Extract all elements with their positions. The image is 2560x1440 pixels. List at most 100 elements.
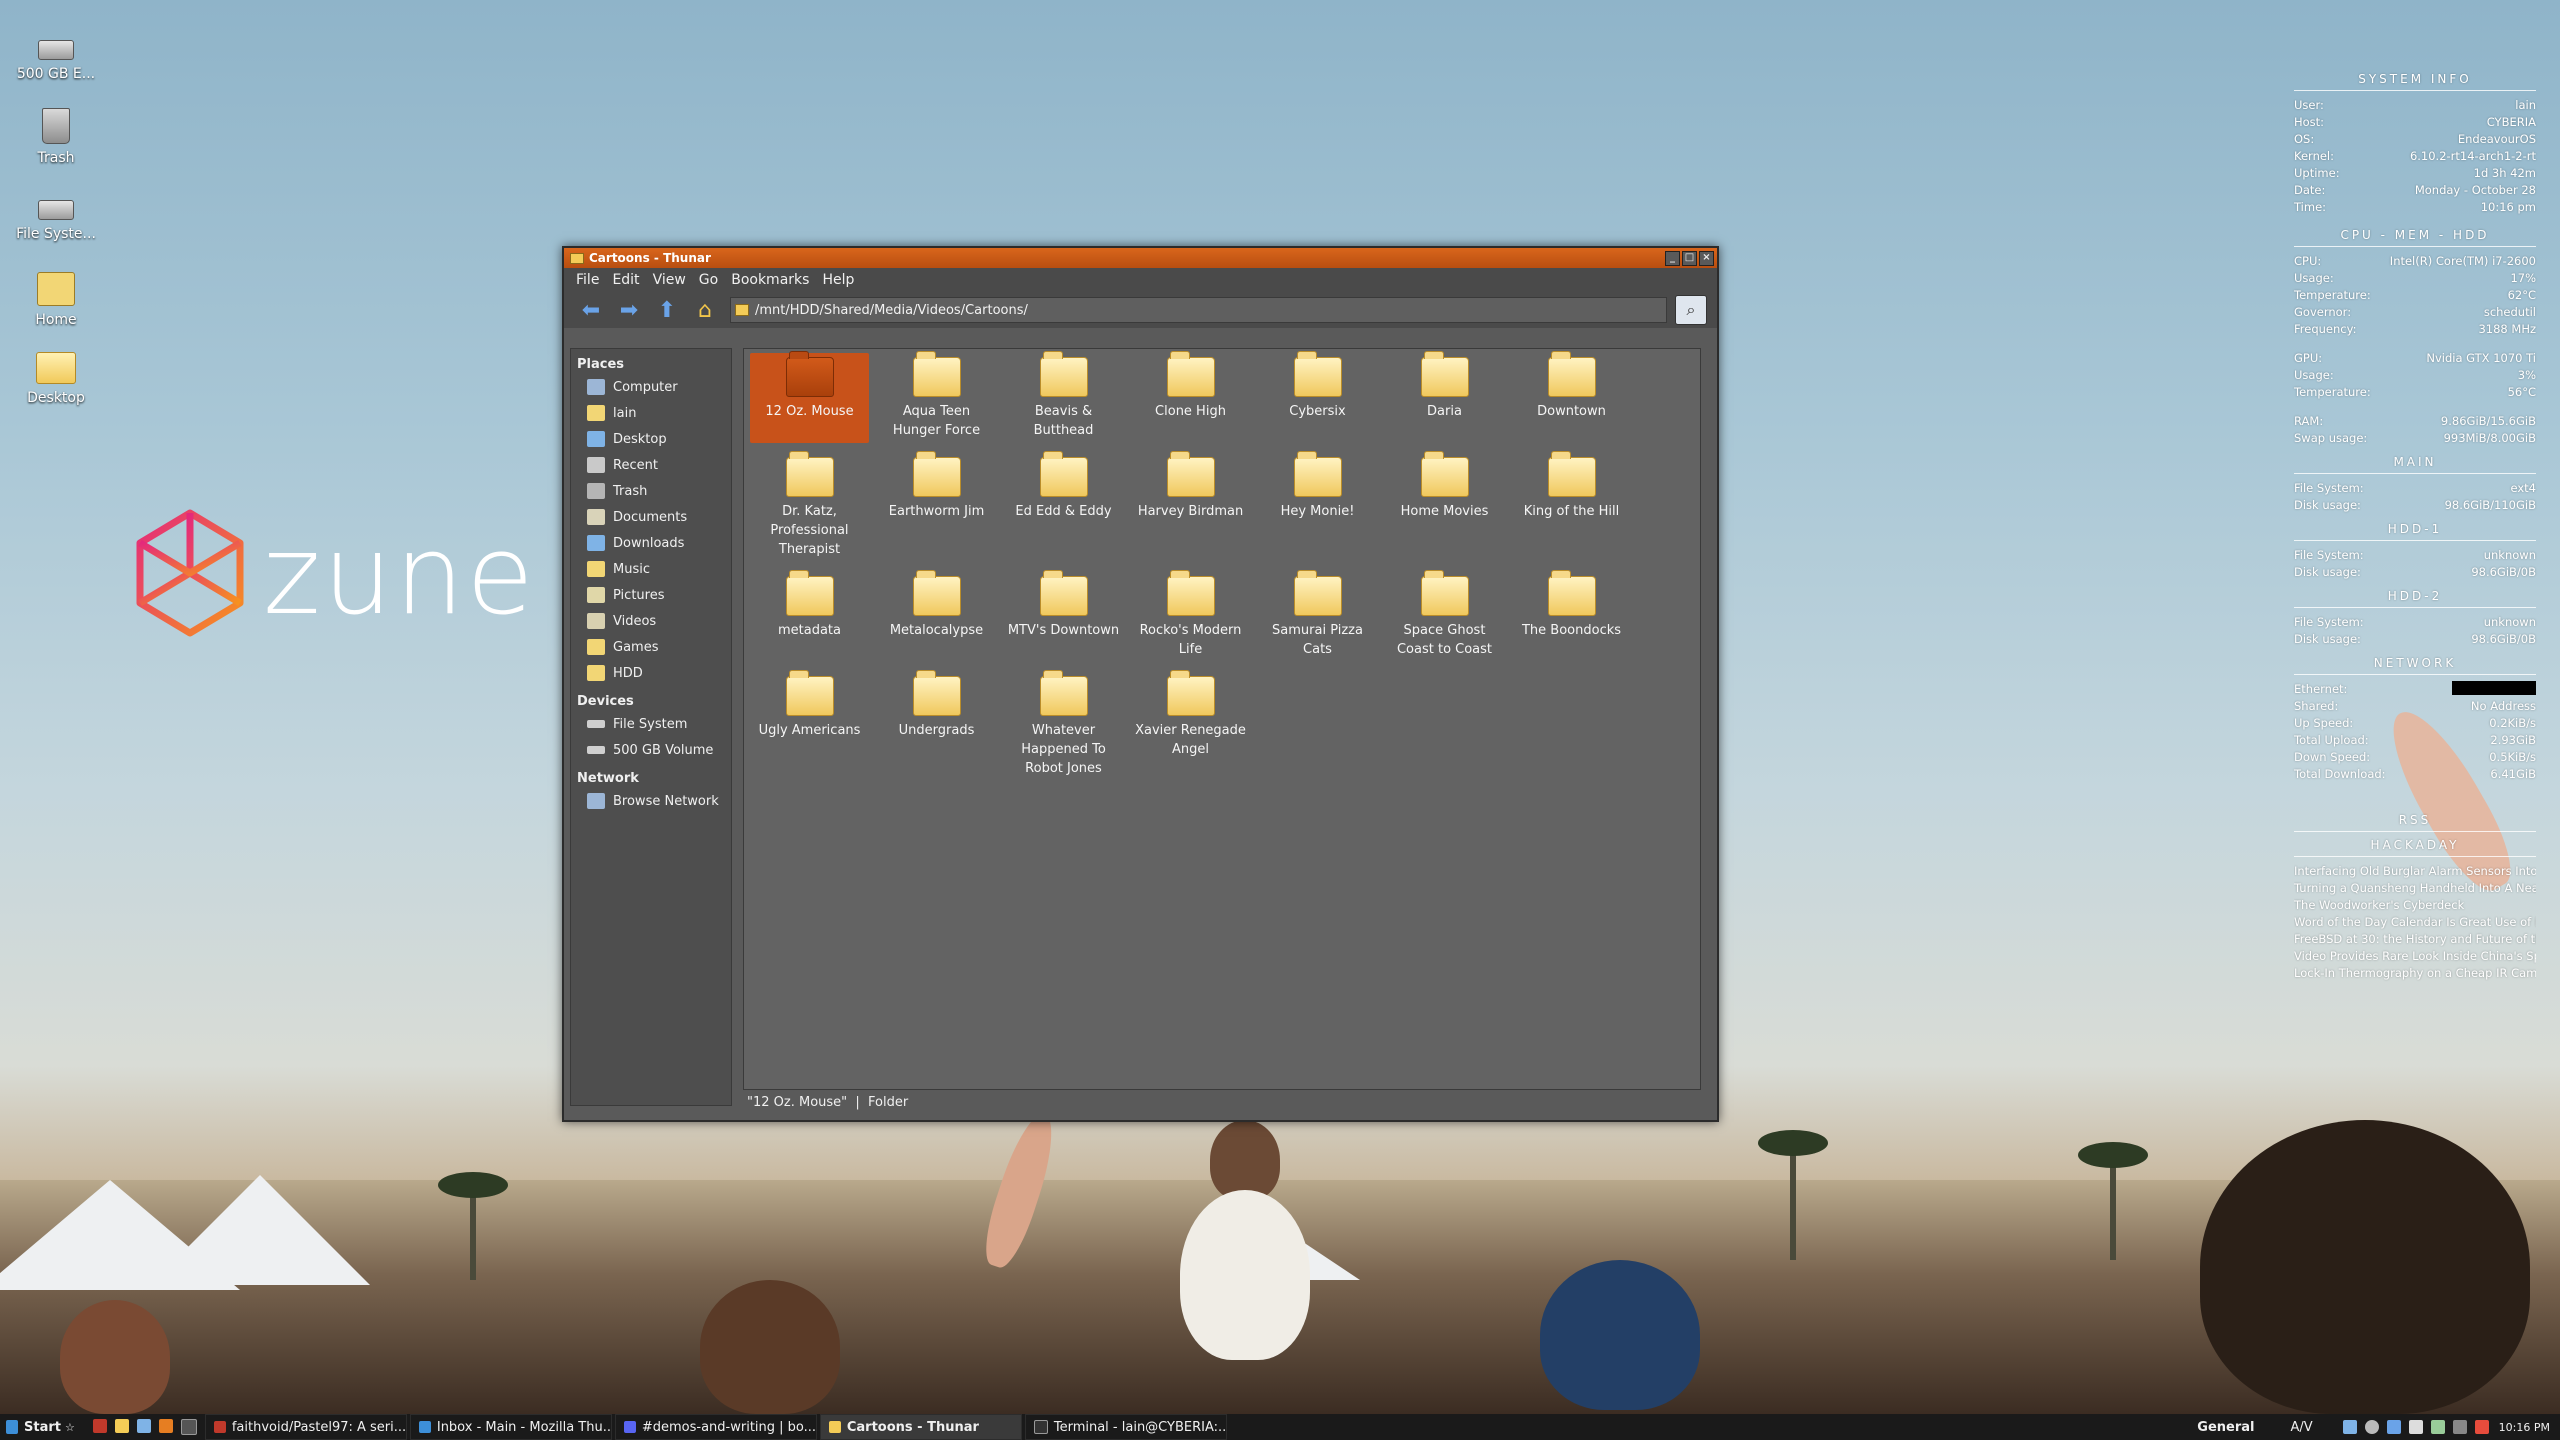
downloads-icon (587, 535, 605, 551)
folder-item[interactable]: Downtown (1512, 351, 1631, 421)
sidebar-item-hdd[interactable]: HDD (571, 660, 731, 686)
taskbar-item-thunderbird[interactable]: Inbox - Main - Mozilla Thu... (409, 1414, 612, 1440)
discord-icon[interactable] (2408, 1420, 2423, 1434)
app-launcher-icon[interactable] (92, 1419, 107, 1433)
sidebar-item-trash[interactable]: Trash (571, 478, 731, 504)
sidebar-item-computer[interactable]: Computer (571, 374, 731, 400)
window-titlebar[interactable]: Cartoons - Thunar _ □ × (564, 248, 1717, 268)
home-button[interactable]: ⌂ (692, 297, 718, 323)
up-button[interactable]: ⬆ (654, 297, 680, 323)
sidebar-item-lain[interactable]: lain (571, 400, 731, 426)
sidebar-item-browse-network[interactable]: Browse Network (571, 788, 731, 814)
folder-label: Ugly Americans (758, 723, 861, 738)
folder-item[interactable]: 12 Oz. Mouse (750, 351, 869, 443)
location-path: /mnt/HDD/Shared/Media/Videos/Cartoons/ (755, 302, 1028, 318)
terminal-icon[interactable] (180, 1419, 197, 1435)
taskbar-item-discord[interactable]: #demos-and-writing | bo... (614, 1414, 817, 1440)
desktop-icon-home[interactable]: Home (6, 272, 106, 328)
menu-view[interactable]: View (653, 272, 686, 288)
file-view[interactable]: 12 Oz. Mouse Aqua Teen Hunger Force Beav… (743, 348, 1701, 1090)
desktop-icon-500gb[interactable]: 500 GB E... (6, 40, 106, 82)
folder-item[interactable]: Ugly Americans (750, 670, 869, 740)
sidebar-item-documents[interactable]: Documents (571, 504, 731, 530)
menu-bookmarks[interactable]: Bookmarks (731, 272, 809, 288)
folder-item[interactable]: Clone High (1131, 351, 1250, 421)
folder-item[interactable]: MTV's Downtown (1004, 570, 1123, 640)
clock[interactable]: 10:16 PM (2499, 1421, 2560, 1434)
workspace-label[interactable]: General (2197, 1420, 2254, 1435)
folder-icon (1166, 451, 1215, 497)
divider (2294, 90, 2536, 91)
folder-item[interactable]: Rocko's Modern Life (1131, 570, 1250, 659)
folder-item[interactable]: Beavis & Butthead (1004, 351, 1123, 440)
desktop-icon-filesystem[interactable]: File Syste... (6, 200, 106, 242)
close-button[interactable]: × (1699, 250, 1714, 266)
status-bar: "12 Oz. Mouse" | Folder (743, 1090, 1707, 1114)
taskbar-item-thunar[interactable]: Cartoons - Thunar (819, 1414, 1022, 1440)
desktop-icon-desktop[interactable]: Desktop (6, 352, 106, 406)
back-button[interactable]: ⬅ (578, 297, 604, 323)
conky-row: Total Download: 6.41GiB (2294, 767, 2536, 781)
folder-item[interactable]: Metalocalypse (877, 570, 996, 640)
folder-item[interactable]: Whatever Happened To Robot Jones (1004, 670, 1123, 778)
taskbar-item-terminal[interactable]: Terminal - lain@CYBERIA:... (1024, 1414, 1227, 1440)
search-button[interactable]: ⌕ (1675, 295, 1707, 325)
folder-label: 12 Oz. Mouse (765, 404, 854, 419)
conky-row: Frequency: 3188 MHz (2294, 322, 2536, 336)
minimize-button[interactable]: _ (1665, 250, 1680, 266)
volume-icon[interactable] (2430, 1420, 2445, 1434)
folder-item[interactable]: Undergrads (877, 670, 996, 740)
folder-icon (785, 451, 834, 497)
sidebar-item-500gb-volume[interactable]: 500 GB Volume (571, 737, 731, 763)
notification-icon[interactable] (2474, 1420, 2489, 1434)
conky-row: Temperature: 56°C (2294, 385, 2536, 399)
folder-icon (1166, 570, 1215, 616)
folder-item[interactable]: King of the Hill (1512, 451, 1631, 521)
folder-icon (570, 252, 584, 264)
steam-icon[interactable] (2364, 1420, 2379, 1434)
crowd-person (1210, 1120, 1280, 1200)
menu-file[interactable]: File (576, 272, 599, 288)
sidebar-item-downloads[interactable]: Downloads (571, 530, 731, 556)
file-manager-icon[interactable] (114, 1419, 129, 1433)
folder-item[interactable]: Home Movies (1385, 451, 1504, 521)
start-button[interactable]: Start ☆ (0, 1414, 85, 1440)
folder-item[interactable]: Aqua Teen Hunger Force (877, 351, 996, 440)
folder-item[interactable]: Earthworm Jim (877, 451, 996, 521)
folder-item[interactable]: Samurai Pizza Cats (1258, 570, 1377, 659)
sidebar-item-games[interactable]: Games (571, 634, 731, 660)
sidebar-item-desktop[interactable]: Desktop (571, 426, 731, 452)
settings-icon[interactable] (158, 1419, 173, 1433)
sidebar-item-music[interactable]: Music (571, 556, 731, 582)
folder-item[interactable]: metadata (750, 570, 869, 640)
folder-item[interactable]: Dr. Katz, Professional Therapist (750, 451, 869, 559)
folder-item[interactable]: Ed Edd & Eddy (1004, 451, 1123, 521)
menu-help[interactable]: Help (822, 272, 854, 288)
av-label[interactable]: A/V (2291, 1420, 2313, 1435)
folder-label: metadata (777, 623, 841, 638)
menu-go[interactable]: Go (699, 272, 718, 288)
mail-icon[interactable] (136, 1419, 151, 1433)
sidebar-item-recent[interactable]: Recent (571, 452, 731, 478)
sidebar-item-file-system[interactable]: File System (571, 711, 731, 737)
maximize-button[interactable]: □ (1682, 250, 1697, 266)
folder-item[interactable]: Cybersix (1258, 351, 1377, 421)
folder-item[interactable]: Space Ghost Coast to Coast (1385, 570, 1504, 659)
location-bar[interactable]: /mnt/HDD/Shared/Media/Videos/Cartoons/ (730, 297, 1667, 323)
desktop-icon-trash[interactable]: Trash (6, 108, 106, 166)
home-icon (587, 405, 605, 421)
forward-button[interactable]: ➡ (616, 297, 642, 323)
network-icon[interactable] (2342, 1420, 2357, 1434)
taskbar-item-github[interactable]: faithvoid/Pastel97: A seri... (204, 1414, 407, 1440)
sidebar-item-videos[interactable]: Videos (571, 608, 731, 634)
folder-item[interactable]: Hey Monie! (1258, 451, 1377, 521)
folder-item[interactable]: Daria (1385, 351, 1504, 421)
bluetooth-icon[interactable] (2386, 1420, 2401, 1434)
menu-edit[interactable]: Edit (612, 272, 639, 288)
sidebar-item-pictures[interactable]: Pictures (571, 582, 731, 608)
update-icon[interactable] (2452, 1420, 2467, 1434)
sidebar-item-label: Games (613, 639, 659, 655)
folder-item[interactable]: Harvey Birdman (1131, 451, 1250, 521)
folder-item[interactable]: The Boondocks (1512, 570, 1631, 640)
folder-item[interactable]: Xavier Renegade Angel (1131, 670, 1250, 759)
